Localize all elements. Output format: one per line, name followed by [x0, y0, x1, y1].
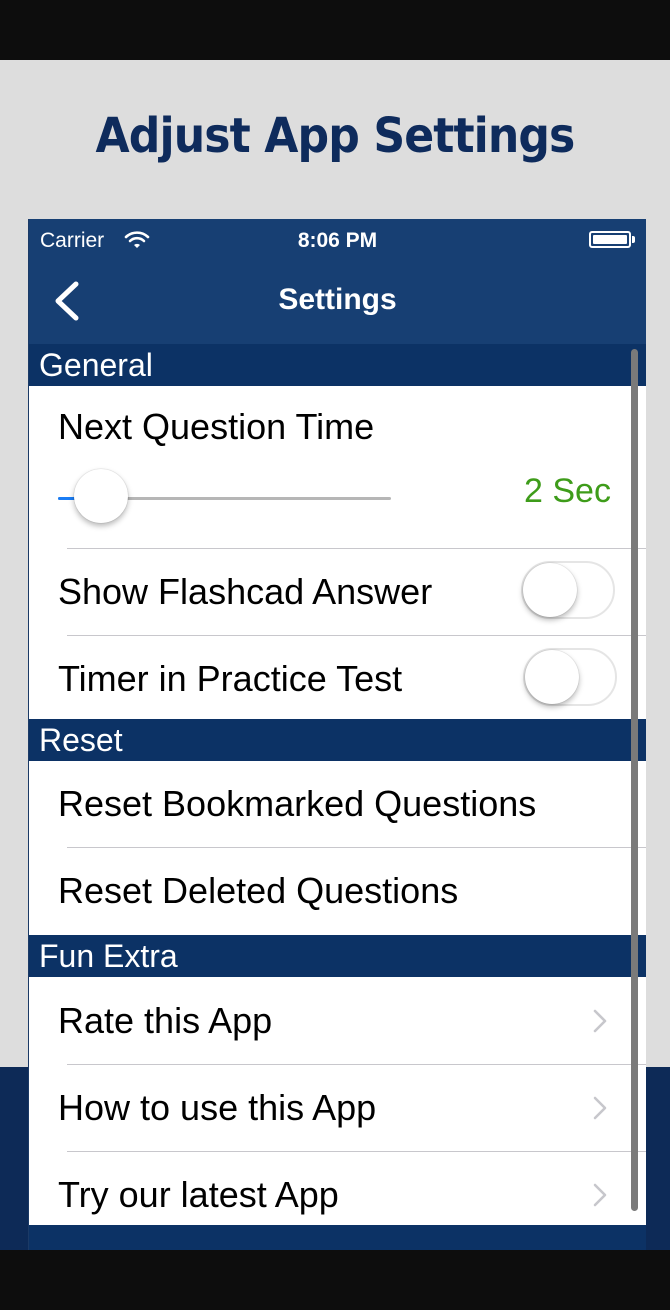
toggle-knob: [523, 563, 577, 617]
next-question-time-row: Next Question Time 2 Sec: [29, 386, 646, 548]
promo-title: Adjust App Settings: [95, 108, 576, 164]
phone-bottom-band: [29, 1225, 646, 1250]
timer-practice-test-row: Timer in Practice Test: [29, 636, 646, 720]
chevron-right-icon: [593, 1183, 607, 1207]
battery-icon: [589, 231, 631, 248]
reset-deleted-row[interactable]: Reset Deleted Questions: [29, 848, 646, 935]
section-header-fun-extra: Fun Extra: [29, 935, 646, 977]
next-question-time-label: Next Question Time: [58, 406, 375, 447]
rate-app-row[interactable]: Rate this App: [29, 978, 646, 1064]
show-flashcard-answer-toggle[interactable]: [521, 561, 615, 619]
chevron-right-icon: [593, 1096, 607, 1120]
status-time: 8:06 PM: [297, 229, 378, 252]
how-to-use-label: How to use this App: [58, 1087, 377, 1128]
reset-bookmarked-label: Reset Bookmarked Questions: [58, 783, 537, 824]
bottom-black-bar: [0, 1250, 670, 1310]
timer-practice-test-toggle[interactable]: [523, 648, 617, 706]
scrollbar[interactable]: [631, 349, 638, 1211]
section-header-reset: Reset: [29, 719, 646, 761]
next-question-time-slider-thumb[interactable]: [74, 469, 129, 523]
try-latest-app-row[interactable]: Try our latest App: [29, 1152, 646, 1225]
toggle-knob: [525, 650, 579, 704]
phone-screen: Carrier 8:06 PM Settings General Next Qu…: [28, 219, 646, 1250]
section-header-general: General: [29, 344, 646, 386]
rate-app-label: Rate this App: [58, 1000, 273, 1041]
next-question-time-value: 2 Sec: [524, 472, 611, 510]
battery-tip: [632, 236, 635, 243]
how-to-use-row[interactable]: How to use this App: [29, 1065, 646, 1151]
reset-bookmarked-row[interactable]: Reset Bookmarked Questions: [29, 761, 646, 847]
show-flashcard-answer-row: Show Flashcad Answer: [29, 549, 646, 635]
nav-title: Settings: [278, 283, 397, 316]
navigation-bar: Carrier 8:06 PM Settings: [29, 219, 646, 344]
try-latest-app-label: Try our latest App: [58, 1174, 339, 1215]
chevron-right-icon: [593, 1009, 607, 1033]
reset-deleted-label: Reset Deleted Questions: [58, 870, 459, 911]
timer-practice-test-label: Timer in Practice Test: [58, 658, 403, 699]
top-black-bar: [0, 0, 670, 60]
show-flashcard-answer-label: Show Flashcad Answer: [58, 571, 433, 612]
